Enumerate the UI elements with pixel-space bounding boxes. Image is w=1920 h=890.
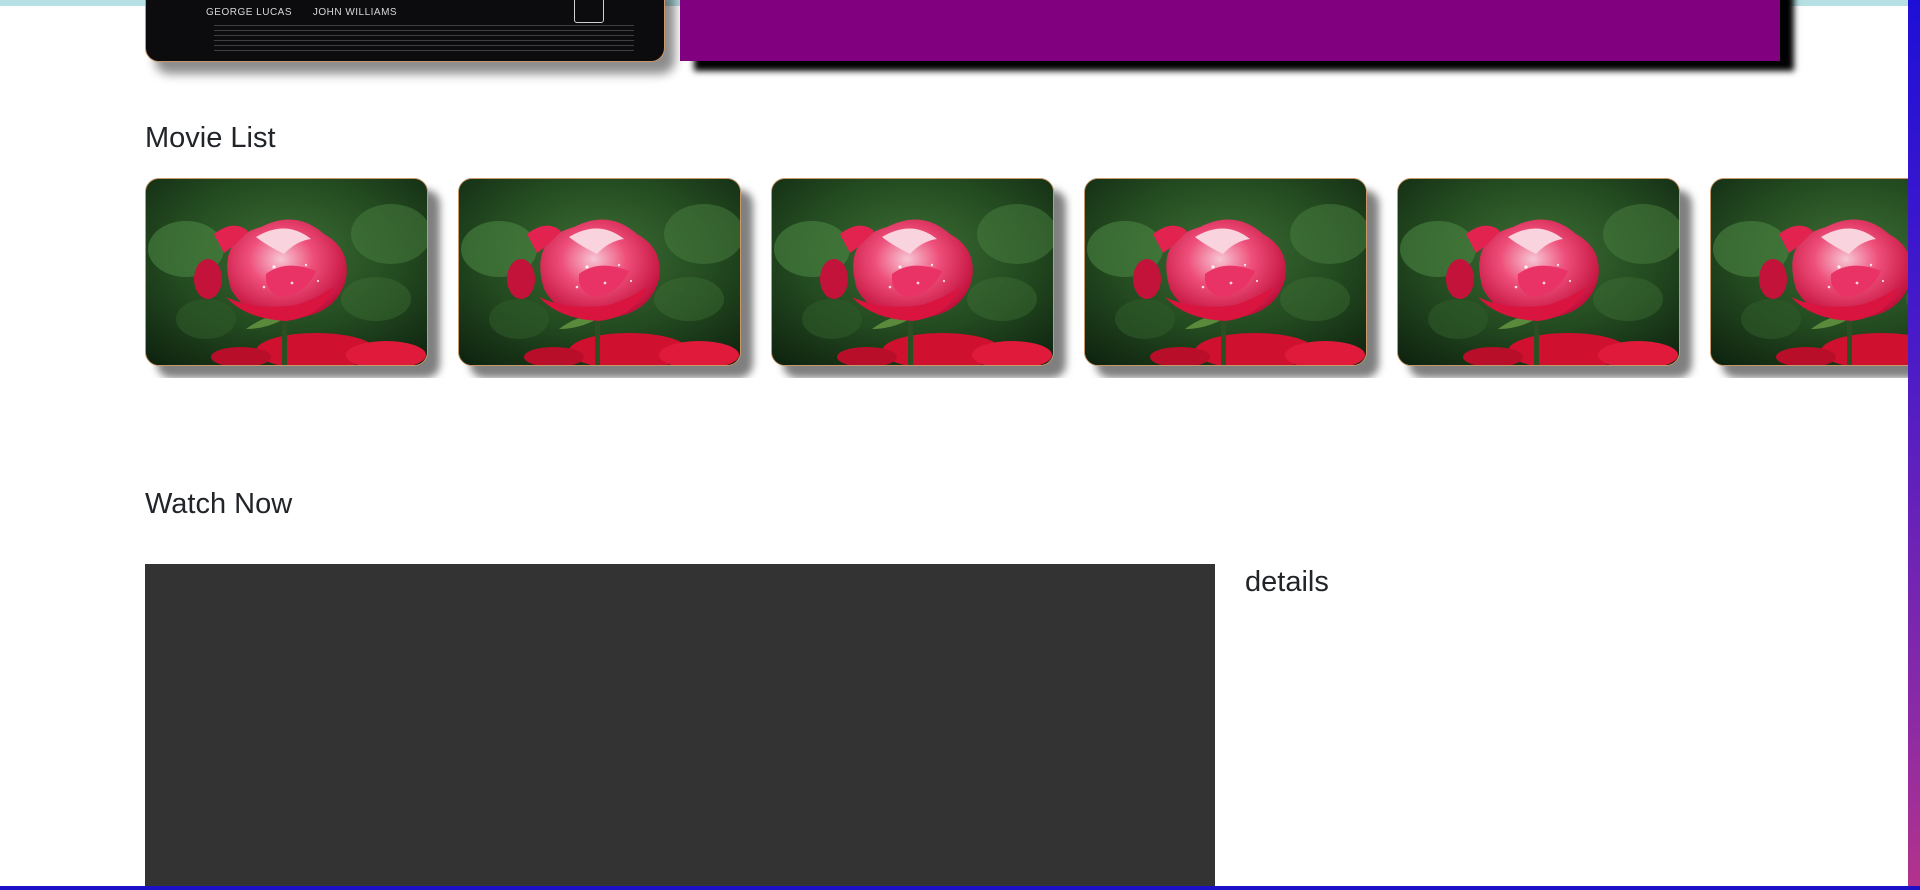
rose-image xyxy=(1711,179,1910,365)
poster-credits: GEORGE LUCAS JOHN WILLIAMS xyxy=(206,7,415,18)
movie-card[interactable] xyxy=(458,178,741,366)
rose-image xyxy=(1398,179,1679,365)
details-heading: details xyxy=(1245,566,1329,598)
movie-card[interactable] xyxy=(145,178,428,366)
movie-card[interactable] xyxy=(1710,178,1910,366)
featured-poster[interactable]: GEORGE LUCAS JOHN WILLIAMS xyxy=(145,0,665,62)
movie-card[interactable] xyxy=(1397,178,1680,366)
poster-credit-composer: JOHN WILLIAMS xyxy=(312,7,398,18)
poster-fine-print xyxy=(214,25,634,53)
rose-image xyxy=(772,179,1053,365)
video-player[interactable] xyxy=(145,564,1215,890)
poster-credit-producer: GEORGE LUCAS xyxy=(206,7,293,18)
watch-now-title: Watch Now xyxy=(145,488,293,520)
movie-card[interactable] xyxy=(771,178,1054,366)
rose-image xyxy=(459,179,740,365)
movie-list-title: Movie List xyxy=(145,122,276,154)
promo-panel xyxy=(680,0,1780,61)
movie-list-row xyxy=(145,178,1910,378)
rose-image xyxy=(1085,179,1366,365)
page: GEORGE LUCAS JOHN WILLIAMS Movie List Wa… xyxy=(0,0,1920,890)
rose-image xyxy=(146,179,427,365)
scrollbar[interactable] xyxy=(1908,0,1920,890)
studio-logo xyxy=(574,0,604,23)
bottom-border xyxy=(0,886,1920,890)
movie-card[interactable] xyxy=(1084,178,1367,366)
